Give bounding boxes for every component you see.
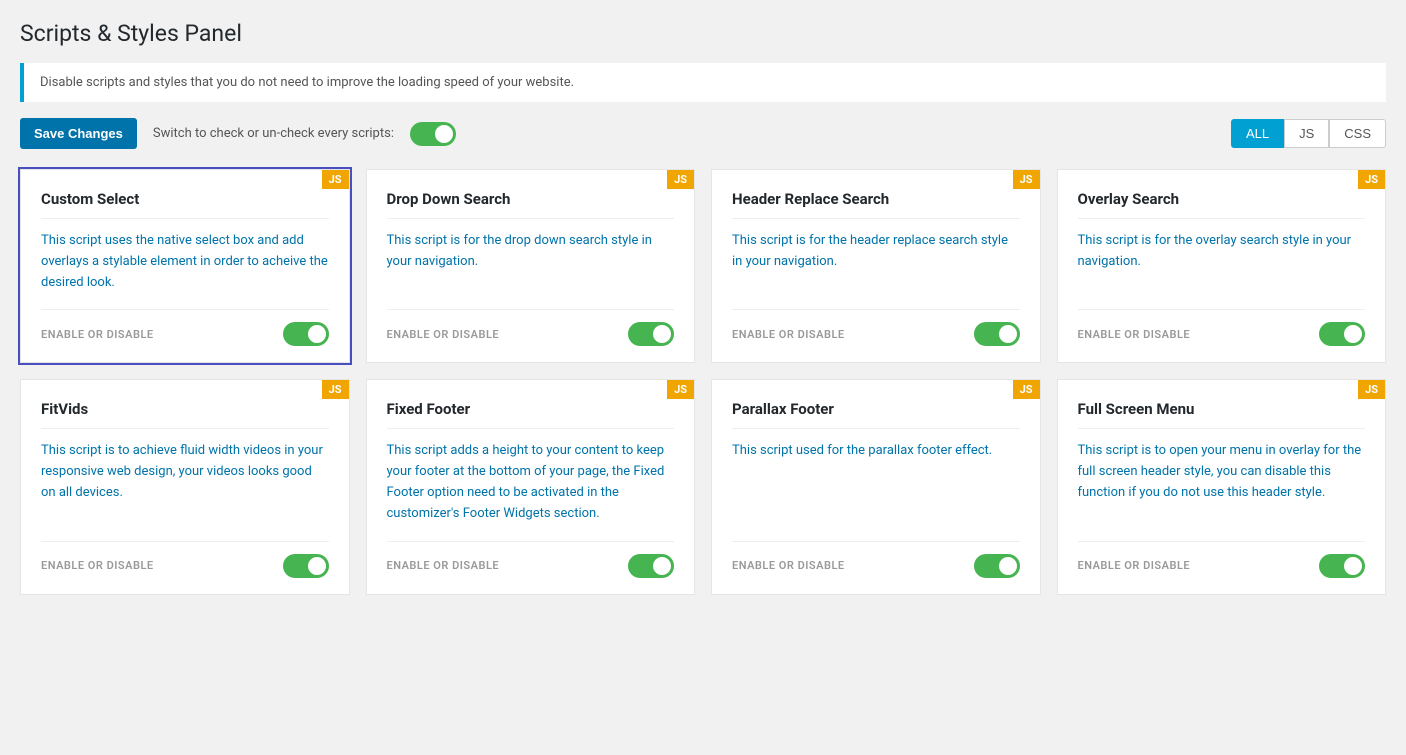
page-wrapper: Scripts & Styles Panel Disable scripts a… — [0, 0, 1406, 615]
enable-label-overlay-search: ENABLE OR DISABLE — [1078, 328, 1191, 341]
card-title-fitvids: FitVids — [41, 400, 329, 429]
filter-all-button[interactable]: ALL — [1231, 119, 1284, 148]
card-toggle-slider-full-screen-menu — [1319, 554, 1365, 578]
card-toggle-overlay-search[interactable] — [1319, 322, 1365, 346]
enable-label-full-screen-menu: ENABLE OR DISABLE — [1078, 559, 1191, 572]
card-toggle-slider-overlay-search — [1319, 322, 1365, 346]
card-toggle-full-screen-menu[interactable] — [1319, 554, 1365, 578]
notice-text: Disable scripts and styles that you do n… — [40, 75, 574, 90]
card-desc-full-screen-menu: This script is to open your menu in over… — [1078, 441, 1366, 524]
filter-js-button[interactable]: JS — [1284, 119, 1329, 148]
card-badge-fitvids: JS — [322, 380, 349, 399]
card-fixed-footer: JS Fixed Footer This script adds a heigh… — [366, 379, 696, 594]
card-desc-fixed-footer: This script adds a height to your conten… — [387, 441, 675, 524]
enable-label-header-replace-search: ENABLE OR DISABLE — [732, 328, 845, 341]
card-footer-fixed-footer: ENABLE OR DISABLE — [387, 541, 675, 578]
card-toggle-fitvids[interactable] — [283, 554, 329, 578]
card-badge-custom-select: JS — [322, 170, 349, 189]
card-toggle-parallax-footer[interactable] — [974, 554, 1020, 578]
global-toggle-slider — [410, 122, 456, 146]
card-toggle-slider-parallax-footer — [974, 554, 1020, 578]
cards-grid: JS Custom Select This script uses the na… — [20, 169, 1386, 595]
filter-buttons: ALL JS CSS — [1231, 119, 1386, 148]
card-toggle-slider-drop-down-search — [628, 322, 674, 346]
card-desc-fitvids: This script is to achieve fluid width vi… — [41, 441, 329, 524]
card-toggle-drop-down-search[interactable] — [628, 322, 674, 346]
card-toggle-fixed-footer[interactable] — [628, 554, 674, 578]
page-title: Scripts & Styles Panel — [20, 20, 1386, 47]
card-badge-header-replace-search: JS — [1013, 170, 1040, 189]
enable-label-fixed-footer: ENABLE OR DISABLE — [387, 559, 500, 572]
card-full-screen-menu: JS Full Screen Menu This script is to op… — [1057, 379, 1387, 594]
card-badge-fixed-footer: JS — [667, 380, 694, 399]
card-fitvids: JS FitVids This script is to achieve flu… — [20, 379, 350, 594]
card-title-fixed-footer: Fixed Footer — [387, 400, 675, 429]
card-desc-header-replace-search: This script is for the header replace se… — [732, 231, 1020, 293]
card-toggle-slider-header-replace-search — [974, 322, 1020, 346]
card-overlay-search: JS Overlay Search This script is for the… — [1057, 169, 1387, 363]
card-footer-fitvids: ENABLE OR DISABLE — [41, 541, 329, 578]
global-toggle[interactable] — [410, 122, 456, 146]
card-footer-custom-select: ENABLE OR DISABLE — [41, 309, 329, 346]
card-title-drop-down-search: Drop Down Search — [387, 190, 675, 219]
card-title-parallax-footer: Parallax Footer — [732, 400, 1020, 429]
card-footer-drop-down-search: ENABLE OR DISABLE — [387, 309, 675, 346]
card-desc-overlay-search: This script is for the overlay search st… — [1078, 231, 1366, 293]
card-drop-down-search: JS Drop Down Search This script is for t… — [366, 169, 696, 363]
card-badge-parallax-footer: JS — [1013, 380, 1040, 399]
card-badge-overlay-search: JS — [1358, 170, 1385, 189]
card-toggle-slider-custom-select — [283, 322, 329, 346]
filter-css-button[interactable]: CSS — [1329, 119, 1386, 148]
card-parallax-footer: JS Parallax Footer This script used for … — [711, 379, 1041, 594]
card-desc-parallax-footer: This script used for the parallax footer… — [732, 441, 1020, 524]
card-badge-full-screen-menu: JS — [1358, 380, 1385, 399]
save-button[interactable]: Save Changes — [20, 118, 137, 149]
enable-label-fitvids: ENABLE OR DISABLE — [41, 559, 154, 572]
card-custom-select: JS Custom Select This script uses the na… — [20, 169, 350, 363]
toolbar: Save Changes Switch to check or un-check… — [20, 118, 1386, 149]
card-title-header-replace-search: Header Replace Search — [732, 190, 1020, 219]
card-toggle-slider-fitvids — [283, 554, 329, 578]
card-toggle-header-replace-search[interactable] — [974, 322, 1020, 346]
enable-label-parallax-footer: ENABLE OR DISABLE — [732, 559, 845, 572]
card-desc-drop-down-search: This script is for the drop down search … — [387, 231, 675, 293]
card-title-custom-select: Custom Select — [41, 190, 329, 219]
card-header-replace-search: JS Header Replace Search This script is … — [711, 169, 1041, 363]
enable-label-drop-down-search: ENABLE OR DISABLE — [387, 328, 500, 341]
card-badge-drop-down-search: JS — [667, 170, 694, 189]
switch-label: Switch to check or un-check every script… — [153, 126, 394, 141]
notice-bar: Disable scripts and styles that you do n… — [20, 63, 1386, 102]
card-footer-parallax-footer: ENABLE OR DISABLE — [732, 541, 1020, 578]
card-footer-overlay-search: ENABLE OR DISABLE — [1078, 309, 1366, 346]
enable-label-custom-select: ENABLE OR DISABLE — [41, 328, 154, 341]
card-title-overlay-search: Overlay Search — [1078, 190, 1366, 219]
card-title-full-screen-menu: Full Screen Menu — [1078, 400, 1366, 429]
card-desc-custom-select: This script uses the native select box a… — [41, 231, 329, 293]
card-footer-header-replace-search: ENABLE OR DISABLE — [732, 309, 1020, 346]
card-toggle-slider-fixed-footer — [628, 554, 674, 578]
card-footer-full-screen-menu: ENABLE OR DISABLE — [1078, 541, 1366, 578]
card-toggle-custom-select[interactable] — [283, 322, 329, 346]
